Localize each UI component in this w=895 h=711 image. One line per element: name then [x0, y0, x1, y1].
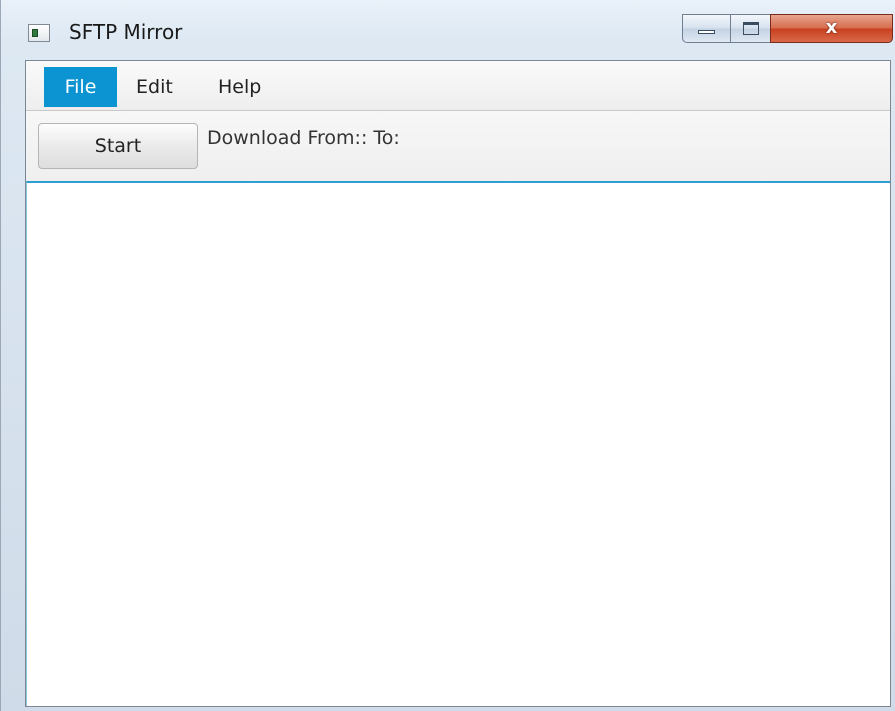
app-window: SFTP Mirror x File Edit Help Start Downl… — [0, 0, 895, 711]
maximize-button[interactable] — [730, 14, 770, 43]
window-app-icon[interactable] — [28, 24, 50, 42]
minimize-icon — [698, 30, 715, 34]
menu-bar: File Edit Help — [26, 61, 890, 111]
window-title: SFTP Mirror — [69, 20, 183, 44]
start-button[interactable]: Start — [38, 123, 198, 169]
toolbar: Start Download From:: To: — [26, 111, 890, 181]
log-content-area[interactable] — [26, 181, 890, 706]
caption-buttons: x — [682, 14, 893, 44]
title-bar[interactable]: SFTP Mirror x — [1, 0, 895, 58]
close-button[interactable]: x — [770, 14, 893, 43]
menu-file[interactable]: File — [44, 67, 117, 107]
app-icon-glyph — [32, 29, 38, 37]
minimize-button[interactable] — [682, 14, 730, 43]
download-status-label: Download From:: To: — [207, 127, 400, 149]
menu-help[interactable]: Help — [206, 67, 273, 107]
menu-edit[interactable]: Edit — [124, 67, 185, 107]
close-icon: x — [825, 17, 838, 38]
maximize-icon — [743, 22, 759, 35]
client-area: File Edit Help Start Download From:: To: — [25, 60, 891, 707]
